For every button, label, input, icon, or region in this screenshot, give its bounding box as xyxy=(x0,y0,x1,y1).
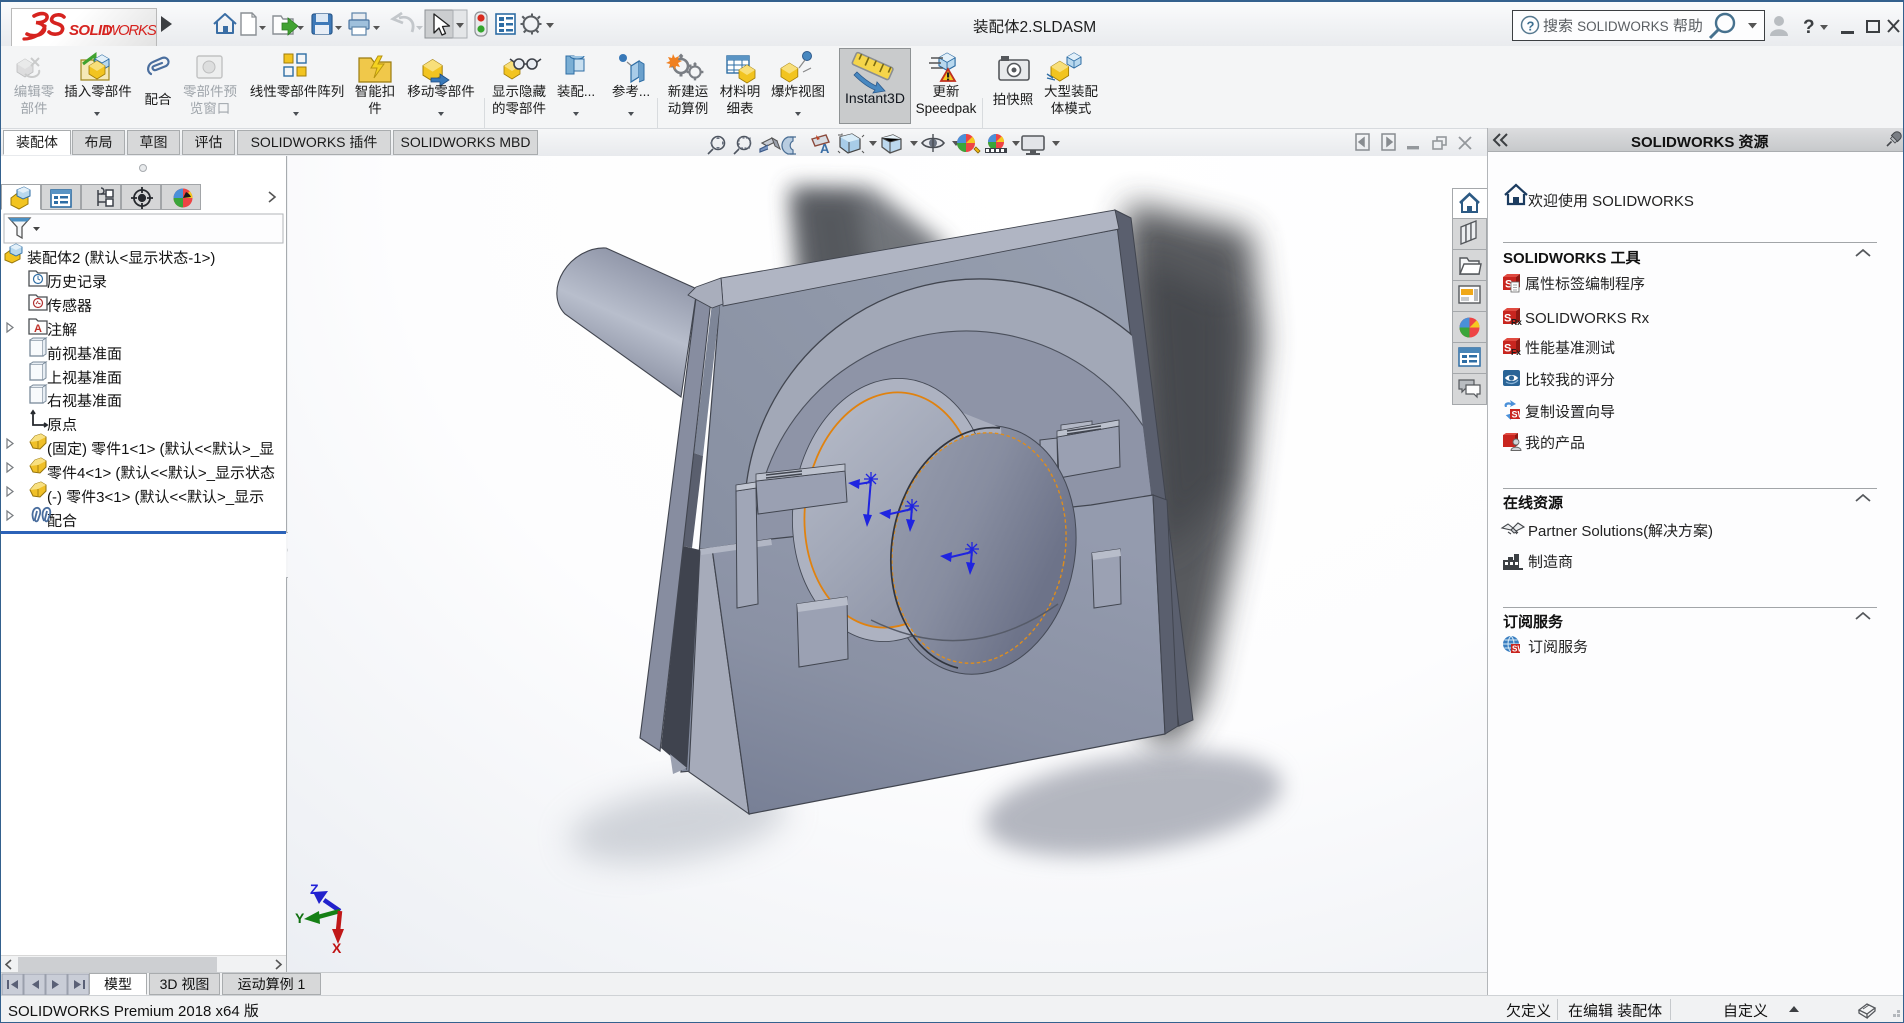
svg-text:Z: Z xyxy=(310,881,319,897)
svg-text:A: A xyxy=(820,141,830,156)
svg-text:?: ? xyxy=(1803,17,1815,38)
svg-text:X: X xyxy=(332,940,342,956)
svg-text:A: A xyxy=(34,323,42,335)
svg-text:WORKS: WORKS xyxy=(105,22,156,39)
svg-text:Y: Y xyxy=(295,910,305,926)
svg-text:?: ? xyxy=(1527,19,1535,34)
svg-text:Rx: Rx xyxy=(1511,317,1522,327)
svg-text:Fx: Fx xyxy=(1511,347,1521,357)
svg-text:SW: SW xyxy=(1512,645,1525,654)
